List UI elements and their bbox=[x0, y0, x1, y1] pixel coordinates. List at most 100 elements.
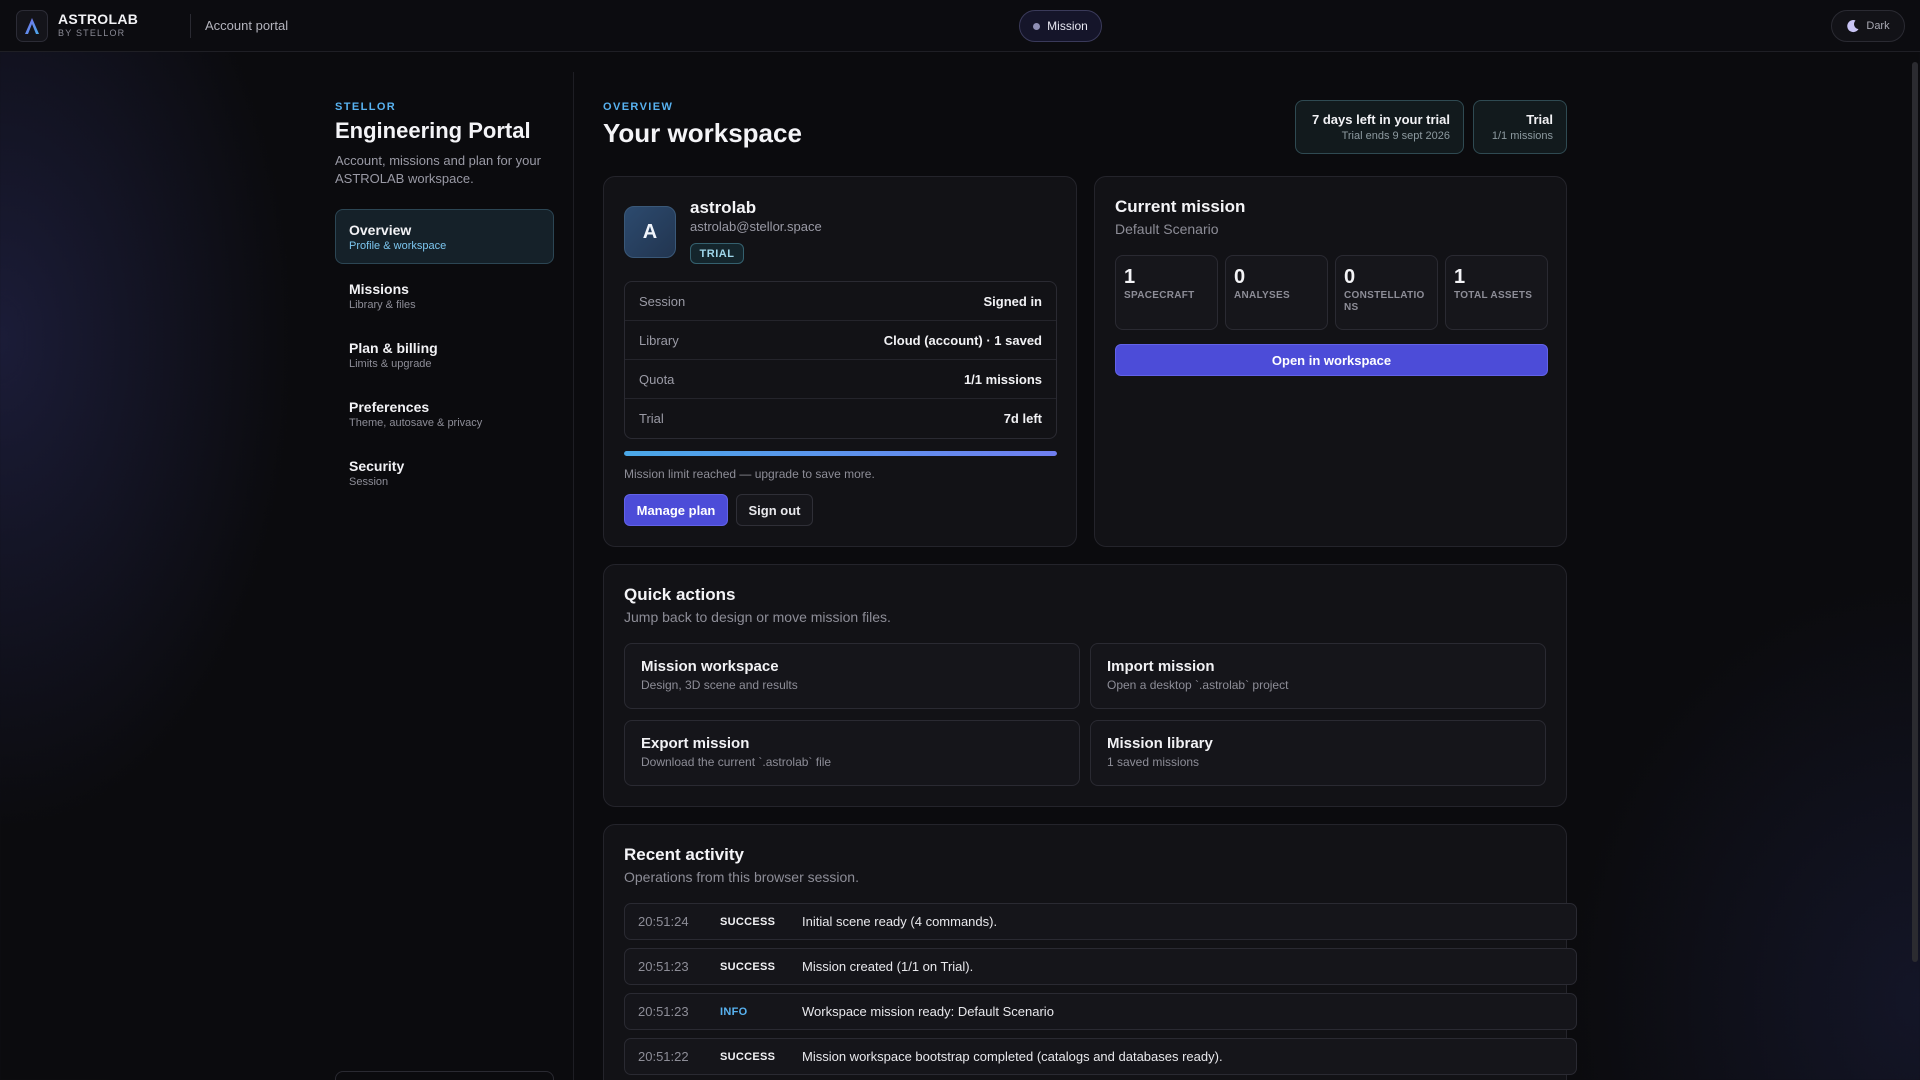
activity-row: 20:51:22 SUCCESS Mission workspace boots… bbox=[624, 1038, 1577, 1075]
tile-subtitle: Download the current `.astrolab` file bbox=[641, 755, 832, 769]
moon-icon bbox=[1847, 20, 1859, 33]
plan-chip: Trial 1/1 missions bbox=[1473, 100, 1567, 154]
metric-label: TOTAL ASSETS bbox=[1454, 290, 1533, 301]
sidebar-item-preferences[interactable]: Preferences Theme, autosave & privacy bbox=[335, 386, 554, 441]
metric-label: CONSTELLATIONS bbox=[1344, 290, 1425, 313]
activity-row: 20:51:23 SUCCESS Mission created (1/1 on… bbox=[624, 948, 1577, 985]
mission-limit-note: Mission limit reached — upgrade to save … bbox=[624, 467, 875, 481]
profile-name: astrolab bbox=[690, 198, 757, 217]
page-scrollbar[interactable] bbox=[1912, 62, 1918, 962]
tile-title: Import mission bbox=[1107, 658, 1215, 675]
tile-subtitle: Open a desktop `.astrolab` project bbox=[1107, 678, 1289, 692]
page-title: Your workspace bbox=[603, 118, 802, 148]
activity-time: 20:51:23 bbox=[638, 1004, 689, 1019]
export-mission-tile[interactable]: Export mission Download the current `.as… bbox=[624, 720, 1080, 786]
sidebar-footer-card[interactable] bbox=[335, 1071, 554, 1080]
metric-value: 1 bbox=[1124, 266, 1136, 288]
manage-plan-button[interactable]: Manage plan bbox=[624, 494, 728, 526]
activity-message: Workspace mission ready: Default Scenari… bbox=[802, 1004, 1054, 1019]
quota-progress-fill bbox=[624, 451, 1057, 456]
sidebar-item-security[interactable]: Security Session bbox=[335, 445, 554, 500]
activity-time: 20:51:22 bbox=[638, 1049, 689, 1064]
sidebar-title: Engineering Portal bbox=[335, 118, 531, 143]
current-mission-card: Current mission Default Scenario 1 SPACE… bbox=[1094, 176, 1567, 547]
profile-card: A astrolab astrolab@stellor.space TRIAL … bbox=[603, 176, 1077, 547]
quick-actions-subtitle: Jump back to design or move mission file… bbox=[624, 609, 891, 625]
metric-label: SPACECRAFT bbox=[1124, 290, 1195, 301]
sidebar-item-label: Security bbox=[349, 458, 405, 474]
sidebar-item-sub: Theme, autosave & privacy bbox=[349, 417, 483, 429]
info-row-library: Library Cloud (account) · 1 saved bbox=[625, 321, 1056, 360]
trial-end-date: Trial ends 9 sept 2026 bbox=[1341, 130, 1450, 142]
brand: ASTROLAB BY STELLOR bbox=[58, 12, 138, 39]
sidebar-item-label: Missions bbox=[349, 281, 409, 297]
quick-actions-title: Quick actions bbox=[624, 585, 736, 604]
theme-toggle-button[interactable]: Dark bbox=[1831, 10, 1905, 42]
activity-status: SUCCESS bbox=[720, 960, 776, 973]
info-value: Cloud (account) · 1 saved bbox=[883, 332, 1042, 348]
info-value: 7d left bbox=[1003, 411, 1042, 426]
activity-row: 20:51:24 SUCCESS Initial scene ready (4 … bbox=[624, 903, 1577, 940]
account-portal-link[interactable]: Account portal bbox=[205, 18, 288, 33]
recent-activity-title: Recent activity bbox=[624, 845, 744, 864]
sidebar-item-sub: Session bbox=[349, 476, 389, 488]
current-mission-title: Current mission bbox=[1115, 197, 1246, 216]
sidebar-description: Account, missions and plan for your ASTR… bbox=[335, 153, 541, 186]
activity-status: INFO bbox=[720, 1005, 748, 1018]
info-key: Trial bbox=[639, 411, 664, 426]
metric-total-assets: 1 TOTAL ASSETS bbox=[1445, 255, 1548, 330]
status-dot-icon bbox=[1033, 22, 1041, 30]
metric-value: 0 bbox=[1234, 266, 1246, 288]
activity-status: SUCCESS bbox=[720, 1050, 776, 1063]
activity-time: 20:51:23 bbox=[638, 959, 689, 974]
info-key: Library bbox=[639, 332, 679, 348]
open-in-workspace-button[interactable]: Open in workspace bbox=[1115, 344, 1548, 376]
import-mission-tile[interactable]: Import mission Open a desktop `.astrolab… bbox=[1090, 643, 1546, 709]
info-value: Signed in bbox=[983, 293, 1043, 309]
mission-library-tile[interactable]: Mission library 1 saved missions bbox=[1090, 720, 1546, 786]
info-value: 1/1 missions bbox=[963, 371, 1042, 387]
metric-value: 0 bbox=[1344, 266, 1356, 288]
tile-title: Mission library bbox=[1107, 735, 1213, 752]
astrolab-logo-icon[interactable] bbox=[16, 10, 48, 42]
sign-out-button[interactable]: Sign out bbox=[736, 494, 813, 526]
plan-usage: 1/1 missions bbox=[1491, 130, 1553, 142]
quota-progress-bar bbox=[624, 451, 1057, 456]
current-mission-scenario: Default Scenario bbox=[1115, 221, 1219, 237]
sidebar-item-label: Plan & billing bbox=[349, 340, 438, 356]
sidebar-divider bbox=[573, 72, 574, 1080]
plan-badge: TRIAL bbox=[690, 243, 744, 264]
metric-constellations: 0 CONSTELLATIONS bbox=[1335, 255, 1438, 330]
topbar-divider bbox=[190, 14, 191, 38]
sidebar-item-overview[interactable]: Overview Profile & workspace bbox=[335, 209, 554, 264]
info-row-session: Session Signed in bbox=[625, 282, 1056, 321]
brand-name: ASTROLAB bbox=[58, 11, 139, 27]
info-row-trial: Trial 7d left bbox=[625, 399, 1056, 438]
metric-label: ANALYSES bbox=[1234, 290, 1290, 301]
info-row-quota: Quota 1/1 missions bbox=[625, 360, 1056, 399]
sidebar-item-label: Overview bbox=[349, 222, 412, 238]
page-kicker: OVERVIEW bbox=[603, 101, 674, 113]
profile-email: astrolab@stellor.space bbox=[690, 219, 822, 234]
activity-status: SUCCESS bbox=[720, 915, 776, 928]
tile-title: Export mission bbox=[641, 735, 750, 752]
recent-activity-subtitle: Operations from this browser session. bbox=[624, 869, 859, 885]
trial-days-text: 7 days left in your trial bbox=[1312, 112, 1450, 127]
sidebar-item-sub: Profile & workspace bbox=[349, 240, 447, 252]
activity-message: Initial scene ready (4 commands). bbox=[802, 914, 998, 929]
sidebar-item-label: Preferences bbox=[349, 399, 430, 415]
sidebar-item-plan-billing[interactable]: Plan & billing Limits & upgrade bbox=[335, 327, 554, 382]
account-info-table: Session Signed in Library Cloud (account… bbox=[624, 281, 1057, 439]
sidebar-item-missions[interactable]: Missions Library & files bbox=[335, 268, 554, 323]
mission-workspace-tile[interactable]: Mission workspace Design, 3D scene and r… bbox=[624, 643, 1080, 709]
info-key: Quota bbox=[639, 371, 675, 387]
activity-message: Mission workspace bootstrap completed (c… bbox=[802, 1049, 1223, 1064]
info-key: Session bbox=[639, 293, 686, 309]
trial-days-chip: 7 days left in your trial Trial ends 9 s… bbox=[1295, 100, 1464, 154]
activity-time: 20:51:24 bbox=[638, 914, 689, 929]
top-bar: ASTROLAB BY STELLOR Account portal Missi… bbox=[0, 0, 1920, 52]
sidebar-item-sub: Library & files bbox=[349, 299, 416, 311]
mission-pill-button[interactable]: Mission bbox=[1019, 10, 1102, 42]
sidebar-kicker: STELLOR bbox=[335, 101, 397, 113]
mission-pill-label: Mission bbox=[1047, 19, 1088, 33]
